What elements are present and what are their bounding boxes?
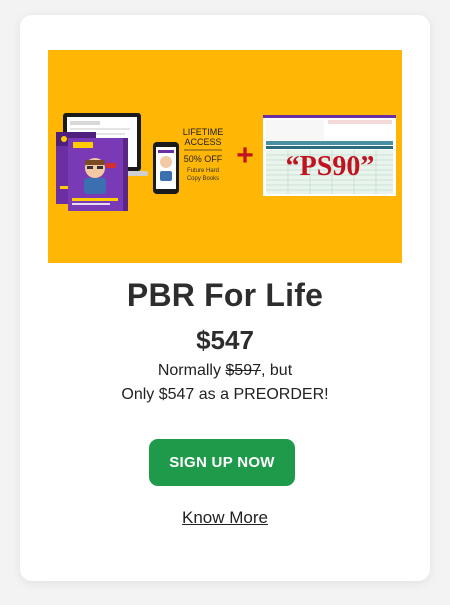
ps90-badge: “PS90” [286, 151, 375, 182]
sign-up-now-button[interactable]: SIGN UP NOW [149, 439, 295, 486]
svg-text:LIFETIME: LIFETIME [183, 127, 224, 137]
product-hero-image: LIFETIME ACCESS 50% OFF Future Hard Copy… [48, 50, 402, 263]
spreadsheet-image: “PS90” [263, 115, 396, 196]
svg-text:Copy Books: Copy Books [187, 176, 219, 182]
plus-icon: + [236, 139, 254, 172]
svg-text:Future Hard: Future Hard [187, 168, 219, 174]
normally-prefix: Normally [157, 362, 226, 379]
phone-image [153, 142, 179, 194]
product-card: LIFETIME ACCESS 50% OFF Future Hard Copy… [20, 15, 430, 581]
normally-suffix: , but [261, 362, 293, 379]
book-front-image [68, 138, 128, 211]
old-price: $597 [225, 362, 261, 379]
product-price: $547 [196, 325, 254, 355]
svg-text:ACCESS: ACCESS [184, 137, 221, 147]
normal-price-line: Normally $597, but [20, 362, 430, 380]
svg-text:50% OFF: 50% OFF [184, 154, 223, 164]
lifetime-access-text: LIFETIME ACCESS 50% OFF Future Hard Copy… [183, 127, 224, 182]
bundle-illustration: LIFETIME ACCESS 50% OFF Future Hard Copy… [56, 113, 396, 211]
product-title: PBR For Life [126, 277, 324, 313]
know-more-wrapper: Know More [20, 508, 430, 528]
preorder-line: Only $547 as a PREORDER! [121, 386, 329, 403]
know-more-link[interactable]: Know More [182, 508, 268, 527]
